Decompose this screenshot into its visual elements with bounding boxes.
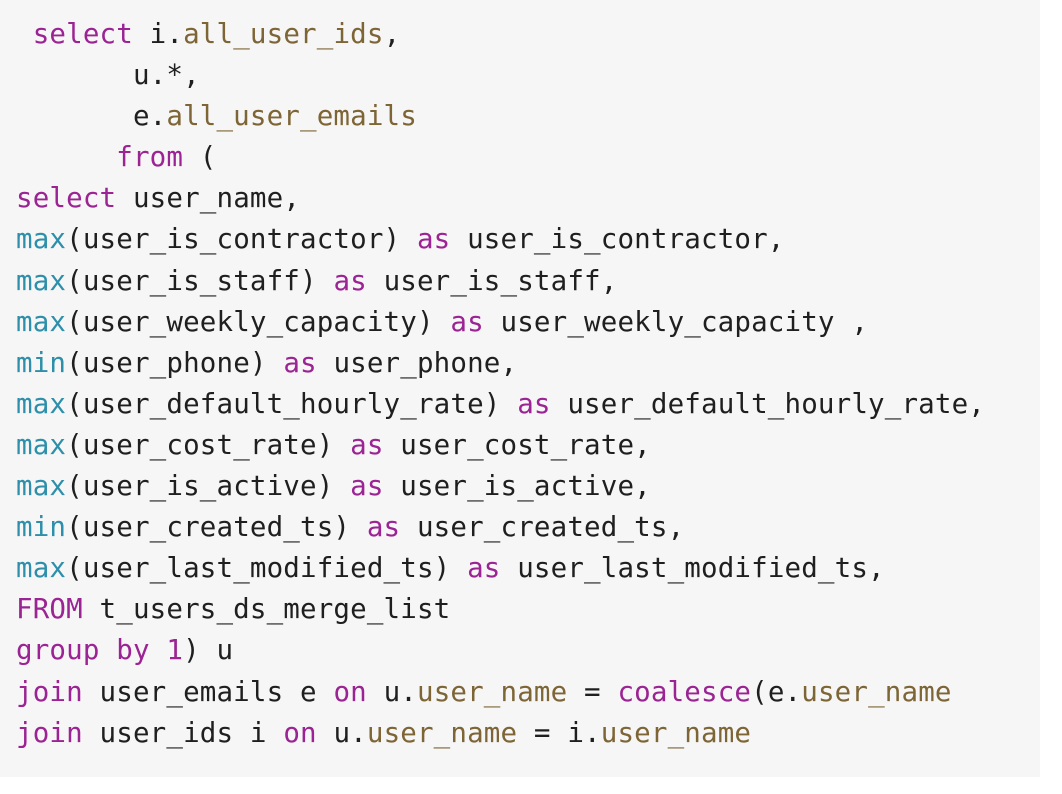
code-token: max	[16, 264, 67, 297]
code-token: i.	[132, 18, 184, 50]
code-token: as	[333, 264, 367, 297]
code-token: u.*,	[16, 59, 200, 92]
code-token: as	[416, 223, 451, 256]
code-token: (user_cost_rate)	[66, 428, 351, 461]
code-line: max(user_default_hourly_rate) as user_de…	[16, 384, 1040, 425]
code-token: ,	[383, 18, 401, 50]
code-token: join	[16, 675, 83, 708]
code-token: min	[16, 511, 67, 544]
code-token: user_name,	[116, 182, 301, 215]
code-line: max(user_last_modified_ts) as user_last_…	[16, 548, 1040, 589]
code-token: user_weekly_capacity ,	[483, 305, 869, 338]
code-line: join user_ids i on u.user_name = i.user_…	[16, 713, 1040, 754]
code-line: FROM t_users_ds_merge_list	[16, 589, 1040, 630]
code-token: = i.	[517, 716, 601, 749]
code-line: min(user_phone) as user_phone,	[16, 343, 1040, 384]
code-token: on	[283, 716, 317, 749]
code-token: (	[183, 141, 217, 174]
code-line: join user_emails e on u.user_name = coal…	[16, 672, 1040, 713]
code-token: as	[517, 387, 551, 420]
code-line: max(user_is_staff) as user_is_staff,	[16, 261, 1040, 302]
code-token: max	[16, 470, 67, 503]
code-token: (user_phone)	[66, 346, 284, 379]
code-token: max	[16, 428, 67, 461]
code-token: user_default_hourly_rate,	[550, 387, 985, 420]
code-token: as	[366, 511, 401, 544]
code-token: user_name	[416, 675, 568, 708]
code-token: from	[116, 141, 184, 174]
code-token: u.	[366, 675, 417, 708]
code-token: FROM	[16, 593, 83, 626]
code-token: (user_created_ts)	[66, 511, 367, 544]
code-token: group by	[16, 634, 150, 667]
code-line: u.*,	[16, 55, 1040, 96]
code-line: min(user_created_ts) as user_created_ts,	[16, 507, 1040, 548]
code-token: all_user_ids	[183, 18, 384, 50]
code-token: as	[350, 470, 384, 503]
code-line: select i.all_user_ids,	[16, 14, 1040, 55]
code-token: max	[16, 305, 67, 338]
code-token: e.	[16, 100, 167, 133]
code-token: 1	[166, 634, 184, 667]
code-token: (user_is_staff)	[66, 264, 334, 297]
code-token: ) u	[183, 634, 234, 667]
code-token: select	[16, 182, 117, 215]
code-line: max(user_cost_rate) as user_cost_rate,	[16, 425, 1040, 466]
code-token: join	[16, 716, 83, 749]
code-line: max(user_is_active) as user_is_active,	[16, 466, 1040, 507]
code-line: max(user_is_contractor) as user_is_contr…	[16, 219, 1040, 260]
code-line: select user_name,	[16, 178, 1040, 219]
code-token: =	[567, 675, 618, 708]
code-token: (user_is_active)	[66, 470, 351, 503]
code-line: group by 1) u	[16, 630, 1040, 671]
code-token: user_created_ts,	[400, 511, 685, 544]
code-token: (user_last_modified_ts)	[66, 552, 468, 585]
code-token: t_users_ds_merge_list	[82, 593, 451, 626]
code-line: from (	[16, 137, 1040, 178]
code-token: user_phone,	[316, 346, 518, 379]
code-token: user_is_active,	[383, 470, 651, 503]
code-token: max	[16, 552, 67, 585]
code-block: select i.all_user_ids, u.*, e.all_user_e…	[0, 0, 1040, 777]
code-token: (user_default_hourly_rate)	[66, 387, 518, 420]
code-token: user_emails e	[82, 675, 334, 708]
code-token: as	[283, 346, 317, 379]
code-token: all_user_emails	[166, 100, 417, 133]
code-token: on	[333, 675, 367, 708]
code-token: u.	[316, 716, 367, 749]
code-token: max	[16, 223, 67, 256]
code-token: (e.	[751, 675, 802, 708]
code-token: user_is_staff,	[366, 264, 618, 297]
code-token: (user_weekly_capacity)	[66, 305, 451, 338]
code-token: user_name	[366, 716, 518, 749]
code-token: min	[16, 346, 67, 379]
code-token: user_last_modified_ts,	[500, 552, 885, 585]
code-token: user_cost_rate,	[383, 428, 651, 461]
code-token: user_ids i	[82, 716, 284, 749]
code-token: max	[16, 387, 67, 420]
code-token: select	[32, 18, 133, 50]
code-token: user_name	[600, 716, 752, 749]
code-token: (user_is_contractor)	[66, 223, 417, 256]
code-line: max(user_weekly_capacity) as user_weekly…	[16, 302, 1040, 343]
code-token: as	[450, 305, 484, 338]
code-token: coalesce	[617, 675, 752, 708]
code-line: e.all_user_emails	[16, 96, 1040, 137]
code-token: user_name	[801, 675, 952, 708]
code-token: as	[350, 428, 384, 461]
code-token: user_is_contractor,	[450, 223, 785, 256]
code-token: as	[467, 552, 501, 585]
